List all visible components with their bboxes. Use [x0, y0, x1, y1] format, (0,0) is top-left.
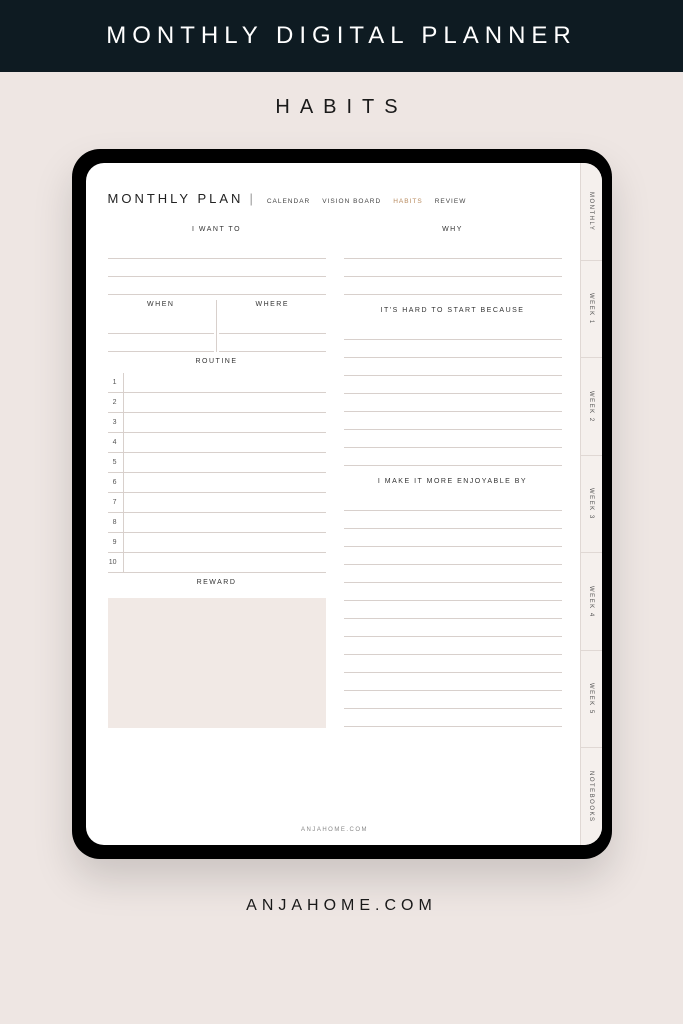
sidetab-week2[interactable]: WEEK 2: [581, 358, 602, 456]
routine-row: 7: [108, 493, 326, 513]
subtitle: HABITS: [0, 72, 683, 139]
routine-num: 9: [108, 533, 124, 552]
routine-row: 6: [108, 473, 326, 493]
when-where-divider: [216, 300, 217, 352]
page-header: MONTHLY PLAN | CALENDAR VISION BOARD HAB…: [108, 191, 562, 206]
routine-num: 8: [108, 513, 124, 532]
routine-num: 1: [108, 373, 124, 392]
label-routine: ROUTINE: [108, 358, 326, 365]
sidetab-monthly[interactable]: MONTHLY: [581, 163, 602, 261]
routine-row: 9: [108, 533, 326, 553]
routine-num: 4: [108, 433, 124, 452]
tablet-frame: MONTHLY PLAN | CALENDAR VISION BOARD HAB…: [72, 149, 612, 859]
left-column: I WANT TO WHEN WHERE: [108, 220, 326, 819]
why-lines[interactable]: [344, 241, 562, 295]
tab-habits[interactable]: HABITS: [393, 198, 422, 205]
label-enjoy: I MAKE IT MORE ENJOYABLE BY: [344, 478, 562, 485]
routine-row: 2: [108, 393, 326, 413]
routine-row: 1: [108, 373, 326, 393]
side-tabs: MONTHLY WEEK 1 WEEK 2 WEEK 3 WEEK 4 WEEK…: [580, 163, 602, 845]
tablet-screen: MONTHLY PLAN | CALENDAR VISION BOARD HAB…: [86, 163, 602, 845]
sidetab-week4[interactable]: WEEK 4: [581, 553, 602, 651]
routine-list[interactable]: 1 2 3 4 5 6 7 8 9 10: [108, 373, 326, 573]
when-lines[interactable]: [108, 316, 215, 352]
routine-num: 6: [108, 473, 124, 492]
routine-num: 3: [108, 413, 124, 432]
top-tabs: CALENDAR VISION BOARD HABITS REVIEW: [267, 198, 467, 205]
label-want: I WANT TO: [108, 226, 326, 233]
enjoy-lines[interactable]: [344, 493, 562, 819]
routine-num: 2: [108, 393, 124, 412]
sidetab-week3[interactable]: WEEK 3: [581, 456, 602, 554]
routine-num: 10: [108, 553, 124, 572]
where-lines[interactable]: [219, 316, 326, 352]
tab-vision-board[interactable]: VISION BOARD: [322, 198, 381, 205]
page-title: MONTHLY PLAN: [108, 191, 244, 206]
routine-row: 3: [108, 413, 326, 433]
tab-review[interactable]: REVIEW: [435, 198, 467, 205]
label-why: WHY: [344, 226, 562, 233]
routine-row: 4: [108, 433, 326, 453]
sidetab-week1[interactable]: WEEK 1: [581, 261, 602, 359]
reward-box[interactable]: [108, 598, 326, 728]
routine-row: 5: [108, 453, 326, 473]
want-lines[interactable]: [108, 241, 326, 295]
label-hard: IT'S HARD TO START BECAUSE: [344, 307, 562, 314]
banner-title: MONTHLY DIGITAL PLANNER: [0, 0, 683, 72]
when-where-row: WHEN WHERE: [108, 295, 326, 352]
label-reward: REWARD: [108, 579, 326, 586]
content-columns: I WANT TO WHEN WHERE: [108, 220, 562, 819]
planner-page: MONTHLY PLAN | CALENDAR VISION BOARD HAB…: [86, 163, 580, 845]
sidetab-notebooks[interactable]: NOTEBOOKS: [581, 748, 602, 845]
hard-lines[interactable]: [344, 322, 562, 466]
routine-num: 5: [108, 453, 124, 472]
sidetab-week5[interactable]: WEEK 5: [581, 651, 602, 749]
page-footer-url: ANJAHOME.COM: [108, 827, 562, 833]
right-column: WHY IT'S HARD TO START BECAUSE I MAKE IT…: [344, 220, 562, 819]
brand-footer: ANJAHOME.COM: [0, 897, 683, 915]
title-divider: |: [249, 191, 252, 206]
label-when: WHEN: [108, 301, 215, 308]
routine-num: 7: [108, 493, 124, 512]
tab-calendar[interactable]: CALENDAR: [267, 198, 310, 205]
routine-row: 10: [108, 553, 326, 573]
routine-row: 8: [108, 513, 326, 533]
label-where: WHERE: [219, 301, 326, 308]
